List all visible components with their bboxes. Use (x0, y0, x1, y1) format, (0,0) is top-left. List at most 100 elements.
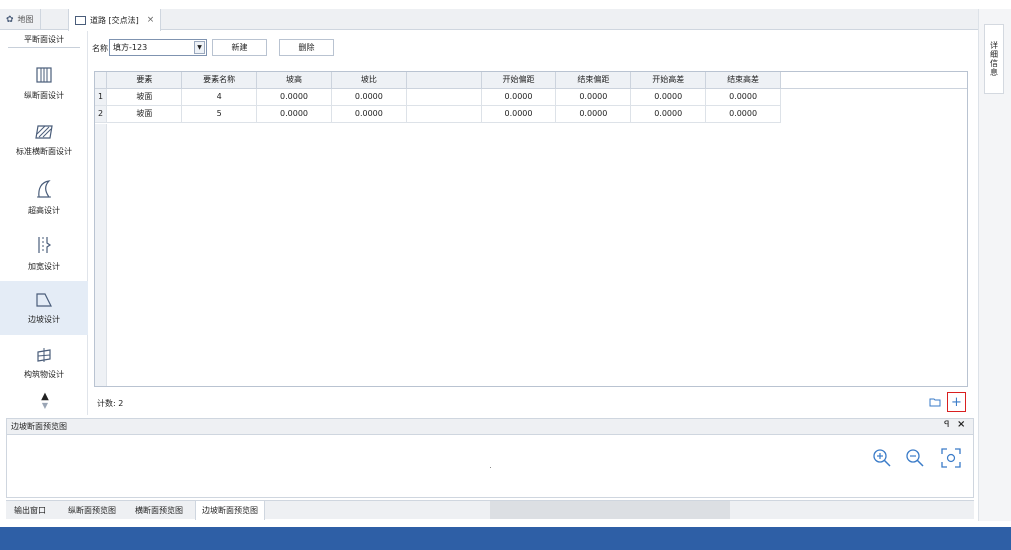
filler-header (780, 72, 967, 89)
column-header[interactable]: 坡高 (256, 72, 332, 89)
close-icon[interactable]: × (147, 15, 155, 25)
grid-table: 要素 要素名称 坡高 坡比 开始偏距 结束偏距 开始高差 结束高差 1 坡面 4… (95, 72, 967, 123)
table-cell[interactable]: 0.0000 (705, 105, 781, 123)
table-cell[interactable]: 0.0000 (630, 88, 707, 106)
arrow-down-icon[interactable]: ▼ (38, 401, 52, 410)
tab-road[interactable]: 道路 [交点法] × (68, 9, 162, 31)
column-header[interactable]: 开始偏距 (481, 72, 557, 89)
table-cell[interactable]: 5 (181, 105, 258, 123)
sidebar-item-label: 构筑物设计 (24, 369, 64, 379)
table-cell[interactable]: 0.0000 (555, 88, 632, 106)
tab-cross-section-preview[interactable]: 横断面预览图 (129, 501, 189, 520)
slope-element-grid[interactable]: 要素 要素名称 坡高 坡比 开始偏距 结束偏距 开始高差 结束高差 1 坡面 4… (94, 71, 968, 387)
zoom-in-button[interactable] (869, 445, 895, 471)
table-cell[interactable]: 0.0000 (630, 105, 707, 123)
status-bar (0, 527, 1011, 550)
sidebar-item-cross-section[interactable]: 标准横断面设计 (0, 113, 88, 167)
table-cell[interactable]: 0.0000 (705, 88, 781, 106)
add-row-button[interactable]: + (947, 392, 966, 412)
preview-origin-point (490, 467, 491, 468)
tab-map-label: 地图 (17, 15, 34, 24)
widening-icon (38, 236, 52, 253)
sidebar-item-label: 超高设计 (28, 205, 60, 215)
preview-panel-header: 边坡断面预览图 (6, 418, 974, 435)
document-icon (75, 15, 86, 25)
zoom-extents-icon (941, 448, 961, 468)
table-cell[interactable]: 0.0000 (331, 105, 407, 123)
column-header[interactable]: 坡比 (331, 72, 407, 89)
table-cell[interactable]: 坡面 (106, 88, 183, 106)
cross-section-icon (35, 124, 53, 139)
close-icon[interactable]: × (957, 419, 965, 430)
profile-icon (36, 66, 52, 83)
table-cell[interactable]: 0.0000 (331, 88, 407, 106)
tab-road-label: 道路 [交点法] (90, 15, 139, 25)
structure-icon (37, 347, 51, 362)
sidebar-divider (8, 47, 80, 48)
column-header[interactable]: 要素 (106, 72, 183, 89)
table-cell[interactable] (406, 105, 482, 123)
name-select[interactable]: 填方-123 ▼ (109, 39, 207, 56)
row-number-header (95, 72, 108, 89)
arrow-up-icon[interactable]: ▲ (38, 392, 52, 402)
folder-icon (929, 398, 940, 407)
tab-output-window[interactable]: 输出窗口 (8, 501, 52, 520)
table-row[interactable]: 1 坡面 4 0.0000 0.0000 0.0000 0.0000 0.000… (95, 88, 968, 106)
name-select-value: 填方-123 (113, 43, 148, 52)
superelevation-icon (37, 179, 51, 198)
pin-icon[interactable]: ꟼ (944, 420, 949, 430)
plus-icon: + (951, 394, 962, 410)
open-folder-button[interactable] (925, 392, 944, 412)
table-cell[interactable]: 0.0000 (256, 105, 332, 123)
table-row[interactable]: 2 坡面 5 0.0000 0.0000 0.0000 0.0000 0.000… (95, 105, 968, 123)
zoom-out-icon (906, 449, 924, 467)
top-strip (0, 0, 1011, 9)
chevron-down-icon[interactable]: ▼ (194, 41, 205, 54)
table-cell[interactable] (406, 88, 482, 106)
sidebar-item-slope[interactable]: 边坡设计 (0, 281, 88, 335)
table-cell[interactable]: 4 (181, 88, 258, 106)
new-button[interactable]: 新建 (212, 39, 267, 56)
sidebar-item-label: 边坡设计 (28, 314, 60, 324)
table-cell[interactable]: 0.0000 (555, 105, 632, 123)
filler-cell (781, 105, 968, 122)
table-cell[interactable]: 0.0000 (481, 88, 557, 106)
bottom-scroll-track[interactable] (490, 501, 730, 519)
column-header[interactable]: 结束偏距 (555, 72, 632, 89)
gear-icon: ✿ (6, 14, 14, 25)
table-cell[interactable]: 坡面 (106, 105, 183, 123)
grid-header-row: 要素 要素名称 坡高 坡比 开始偏距 结束偏距 开始高差 结束高差 (95, 72, 967, 89)
sidebar-item-structure[interactable]: 构筑物设计 (0, 336, 88, 390)
sidebar-item-profile[interactable]: 纵断面设计 (0, 56, 88, 110)
zoom-extents-button[interactable] (938, 445, 964, 471)
tab-profile-preview[interactable]: 纵断面预览图 (62, 501, 122, 520)
sidebar-item-label: 标准横断面设计 (16, 146, 72, 156)
preview-panel-title: 边坡断面预览图 (11, 422, 67, 431)
row-number[interactable]: 2 (95, 105, 108, 123)
column-header[interactable]: 开始高差 (630, 72, 707, 89)
zoom-in-icon (873, 449, 891, 467)
document-tab-bar: ✿ 地图 道路 [交点法] × (0, 9, 978, 31)
zoom-out-button[interactable] (902, 445, 928, 471)
sidebar-item-superelevation[interactable]: 超高设计 (0, 170, 88, 224)
details-panel-tab[interactable]: 详细信息 (984, 24, 1004, 94)
filler-cell (781, 88, 968, 105)
sidebar-title[interactable]: 平断面设计 (0, 34, 88, 45)
column-header[interactable]: 结束高差 (705, 72, 781, 89)
delete-button[interactable]: 删除 (279, 39, 334, 56)
sidebar-item-widening[interactable]: 加宽设计 (0, 226, 88, 280)
sidebar-item-label: 加宽设计 (28, 261, 60, 271)
table-cell[interactable]: 0.0000 (256, 88, 332, 106)
sidebar-item-label: 纵断面设计 (24, 90, 64, 100)
tab-slope-preview[interactable]: 边坡断面预览图 (195, 501, 265, 520)
slope-icon (36, 292, 52, 307)
column-header[interactable]: 要素名称 (181, 72, 258, 89)
sidebar-scroll-arrows[interactable]: ▲ ▼ (38, 392, 52, 411)
bottom-scroll-track-right (732, 501, 974, 519)
column-header[interactable] (406, 72, 482, 89)
tab-map[interactable]: ✿ 地图 (0, 9, 41, 30)
row-number[interactable]: 1 (95, 88, 108, 106)
table-cell[interactable]: 0.0000 (481, 105, 557, 123)
row-header-strip (95, 124, 107, 386)
row-count: 计数: 2 (97, 399, 124, 408)
